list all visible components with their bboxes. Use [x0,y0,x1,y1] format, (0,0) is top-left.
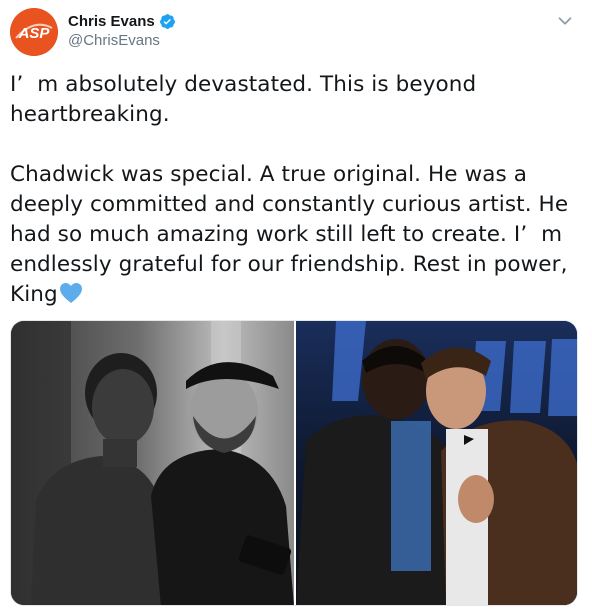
media-photo-bw[interactable] [11,321,294,605]
photo-color-image [296,321,577,605]
chevron-down-icon[interactable] [554,10,576,32]
tweet-card: ASP Chris Evans @ChrisEvans I’ m absolut… [0,0,592,615]
tweet-paragraph-2: Chadwick was special. A true original. H… [10,160,570,310]
tweet-text: I’ m absolutely devastated. This is beyo… [10,70,570,310]
tweet-header: ASP Chris Evans @ChrisEvans [10,8,582,58]
author-names: Chris Evans @ChrisEvans [68,11,176,49]
blue-heart-icon [59,283,82,303]
verified-badge-icon [159,13,175,29]
media-photo-color[interactable] [296,321,577,605]
display-name[interactable]: Chris Evans [68,13,155,30]
asp-logo-icon: ASP [10,8,58,56]
photo-bw-image [11,321,294,605]
tweet-paragraph-2-text: Chadwick was special. A true original. H… [10,162,576,307]
author-handle[interactable]: @ChrisEvans [68,32,176,49]
avatar[interactable]: ASP [10,8,58,56]
tweet-media[interactable] [10,320,578,606]
display-name-row: Chris Evans [68,11,176,31]
avatar-logo-text: ASP [18,25,51,42]
tweet-paragraph-1: I’ m absolutely devastated. This is beyo… [10,72,484,127]
